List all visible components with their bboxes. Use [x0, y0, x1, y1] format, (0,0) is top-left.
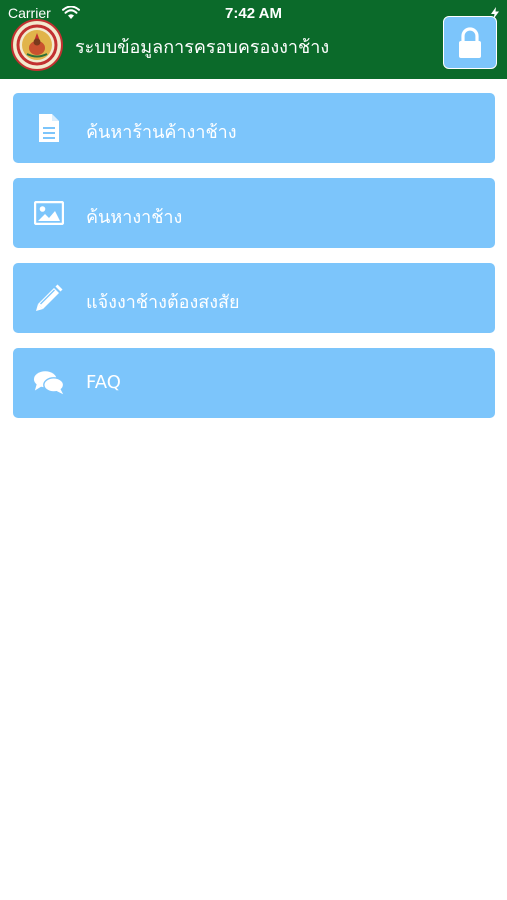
app-screen: Carrier 7:42 AM ระบบข้อมูลการครอบครองงาช…	[0, 0, 507, 900]
lock-icon	[459, 26, 481, 58]
menu-item-label: FAQ	[86, 372, 121, 393]
menu-item-label: แจ้งงาช้างต้องสงสัย	[86, 292, 240, 313]
pencil-icon	[33, 283, 65, 313]
image-icon	[33, 198, 65, 228]
navigation-bar: ระบบข้อมูลการครอบครองงาช้าง	[0, 10, 507, 79]
main-menu: ค้นหาร้านค้างาช้าง ค้นหางาช้าง แจ้งงาช้า…	[13, 93, 495, 433]
menu-item-search-shops[interactable]: ค้นหาร้านค้างาช้าง	[13, 93, 495, 163]
menu-item-label: ค้นหาร้านค้างาช้าง	[86, 122, 237, 143]
document-icon	[33, 113, 65, 143]
lock-button[interactable]	[443, 16, 497, 69]
chat-bubbles-icon	[33, 368, 65, 398]
menu-item-search-ivory[interactable]: ค้นหางาช้าง	[13, 178, 495, 248]
department-seal-logo	[11, 19, 63, 71]
app-title: ระบบข้อมูลการครอบครองงาช้าง	[75, 37, 330, 58]
menu-item-label: ค้นหางาช้าง	[86, 207, 183, 228]
header-bar: Carrier 7:42 AM ระบบข้อมูลการครอบครองงาช…	[0, 0, 507, 79]
menu-item-report-suspicious-ivory[interactable]: แจ้งงาช้างต้องสงสัย	[13, 263, 495, 333]
menu-item-faq[interactable]: FAQ	[13, 348, 495, 418]
